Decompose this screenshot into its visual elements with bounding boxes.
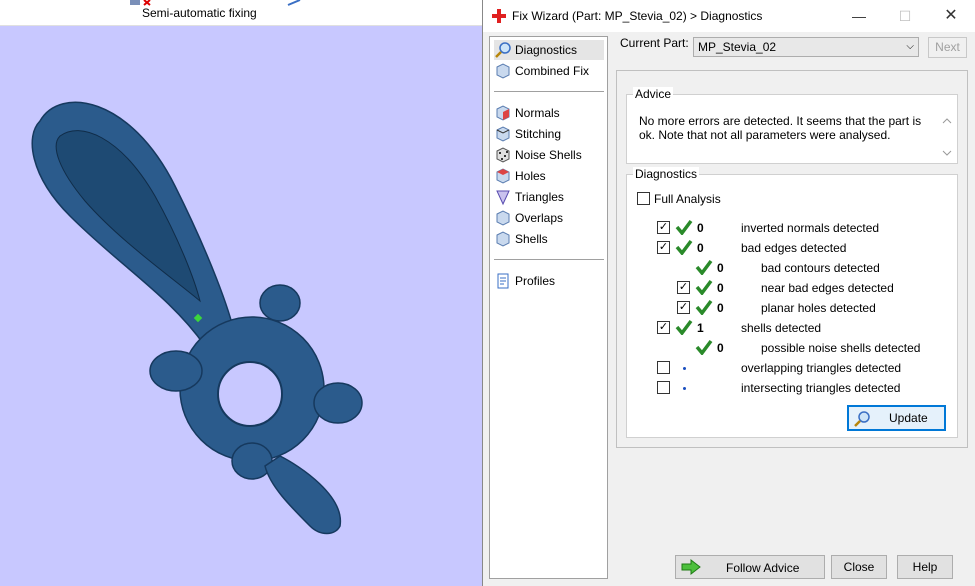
near-bad-edges-checkbox[interactable]: ✓ (677, 281, 690, 294)
diagnostics-title: Diagnostics (633, 167, 700, 181)
inverted-normals-checkbox[interactable]: ✓ (657, 221, 670, 234)
bad-edges-label: bad edges detected (741, 241, 847, 255)
nav-separator (494, 259, 604, 260)
advice-group: Advice No more errors are detected. It s… (626, 87, 958, 164)
advice-title: Advice (633, 87, 674, 101)
noise-shells-count: 0 (717, 341, 724, 355)
intersecting-triangles-checkbox[interactable] (657, 381, 670, 394)
nav-item-noise-shells[interactable]: Noise Shells (494, 145, 604, 165)
holes-cube-icon (496, 168, 510, 184)
advice-scrollbar[interactable] (939, 114, 955, 160)
red-cross-icon (492, 9, 506, 23)
arrow-right-icon (681, 558, 701, 576)
close-window-button[interactable]: ✕ (939, 6, 963, 26)
shells-cube-icon (496, 231, 510, 247)
minimize-button[interactable]: — (847, 6, 871, 26)
shells-label: shells detected (741, 321, 822, 335)
follow-advice-button[interactable]: Follow Advice (675, 555, 825, 579)
nav-item-profiles[interactable]: Profiles (494, 271, 604, 291)
check-icon (695, 299, 713, 315)
normals-cube-icon (496, 105, 510, 121)
diagnostics-panel: Advice No more errors are detected. It s… (616, 70, 968, 448)
planar-holes-count: 0 (717, 301, 724, 315)
triangles-icon (496, 190, 510, 206)
full-analysis-label: Full Analysis (654, 192, 721, 206)
current-part-select[interactable]: MP_Stevia_02 ⌵ (693, 37, 919, 57)
bad-contours-count: 0 (717, 261, 724, 275)
help-button[interactable]: Help (897, 555, 953, 579)
nav-item-normals[interactable]: Normals (494, 103, 604, 123)
app-toolbar: Semi-automatic fixing (0, 0, 482, 26)
near-bad-edges-label: near bad edges detected (761, 281, 894, 295)
3d-viewport[interactable] (0, 26, 482, 586)
pending-dot-icon (683, 387, 686, 390)
dialog-titlebar[interactable]: Fix Wizard (Part: MP_Stevia_02) > Diagno… (483, 0, 975, 32)
check-icon (695, 279, 713, 295)
nav-item-holes[interactable]: Holes (494, 166, 604, 186)
semi-automatic-fixing-label[interactable]: Semi-automatic fixing (142, 6, 257, 20)
shells-checkbox[interactable]: ✓ (657, 321, 670, 334)
cube-icon (496, 63, 510, 79)
close-button[interactable]: Close (831, 555, 887, 579)
check-icon (695, 259, 713, 275)
check-icon (695, 339, 713, 355)
part-model (31, 101, 363, 535)
update-button[interactable]: Update (847, 405, 946, 431)
inverted-normals-count: 0 (697, 221, 704, 235)
noise-shells-icon (496, 147, 510, 163)
magnifier-icon (495, 42, 511, 58)
inverted-normals-label: inverted normals detected (741, 221, 880, 235)
dialog-title: Fix Wizard (Part: MP_Stevia_02) > Diagno… (512, 9, 763, 23)
chevron-down-icon: ⌵ (906, 41, 914, 52)
nav-item-combined-fix[interactable]: Combined Fix (494, 61, 604, 81)
pending-dot-icon (683, 367, 686, 370)
current-part-label: Current Part: (620, 36, 689, 50)
nav-item-diagnostics[interactable]: Diagnostics (494, 40, 604, 60)
shells-count: 1 (697, 321, 704, 335)
stitching-cube-icon (496, 126, 510, 142)
nav-item-overlaps[interactable]: Overlaps (494, 208, 604, 228)
nav-separator (494, 91, 604, 92)
full-analysis-checkbox[interactable] (637, 192, 650, 205)
maximize-button: ☐ (898, 8, 912, 24)
overlapping-triangles-checkbox[interactable] (657, 361, 670, 374)
planar-holes-checkbox[interactable]: ✓ (677, 301, 690, 314)
bad-edges-checkbox[interactable]: ✓ (657, 241, 670, 254)
wizard-nav: Diagnostics Combined Fix Normals Stitchi… (489, 36, 608, 579)
intersecting-triangles-label: intersecting triangles detected (741, 381, 901, 395)
nav-item-triangles[interactable]: Triangles (494, 187, 604, 207)
magnifier-icon (854, 411, 870, 427)
advice-text: No more errors are detected. It seems th… (639, 114, 922, 142)
overlaps-icon (496, 210, 510, 226)
nav-item-stitching[interactable]: Stitching (494, 124, 604, 144)
bad-edges-count: 0 (697, 241, 704, 255)
check-icon (675, 219, 693, 235)
planar-holes-label: planar holes detected (761, 301, 876, 315)
noise-shells-label: possible noise shells detected (761, 341, 921, 355)
fix-wizard-dialog: Fix Wizard (Part: MP_Stevia_02) > Diagno… (482, 0, 975, 586)
toolbar-tool-icon[interactable] (286, 0, 304, 6)
check-icon (675, 239, 693, 255)
near-bad-edges-count: 0 (717, 281, 724, 295)
profile-document-icon (497, 273, 509, 289)
diagnostics-group: Diagnostics Full Analysis ✓ 0 inverted n… (626, 167, 958, 438)
bad-contours-label: bad contours detected (761, 261, 880, 275)
check-icon (675, 319, 693, 335)
next-button: Next (928, 37, 967, 58)
nav-item-shells[interactable]: Shells (494, 229, 604, 249)
overlapping-triangles-label: overlapping triangles detected (741, 361, 902, 375)
